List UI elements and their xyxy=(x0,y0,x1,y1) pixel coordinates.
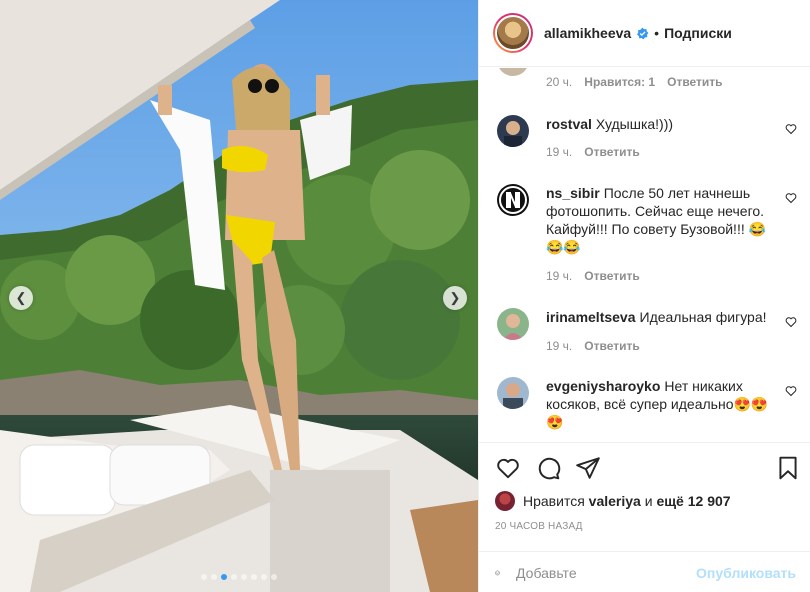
author-username[interactable]: allamikheeva xyxy=(544,25,631,41)
comment-username[interactable]: evgeniysharoyko xyxy=(546,378,660,394)
reply-button[interactable]: Ответить xyxy=(584,145,639,159)
comment-time: 19 ч. xyxy=(546,145,573,159)
comment-text: Идеальная фигура! xyxy=(639,309,767,325)
reply-button[interactable]: Ответить xyxy=(667,75,722,89)
following-button[interactable]: Подписки xyxy=(664,25,732,41)
carousel-dot xyxy=(241,574,247,580)
comment-username[interactable]: ns_sibir xyxy=(546,185,600,201)
liker-username[interactable]: valeriya xyxy=(589,493,641,509)
carousel-dot xyxy=(261,574,267,580)
comment-time: 19 ч. xyxy=(546,269,573,283)
likes-connector: и xyxy=(644,493,653,509)
reply-button[interactable]: Ответить xyxy=(584,269,639,283)
heart-icon[interactable] xyxy=(785,385,797,397)
carousel-dot xyxy=(201,574,207,580)
reply-button[interactable]: Ответить xyxy=(584,339,639,353)
comment-input[interactable] xyxy=(516,564,697,581)
avatar xyxy=(497,68,529,76)
author-avatar[interactable] xyxy=(493,13,533,53)
likes-prefix: Нравится xyxy=(523,493,585,509)
chevron-right-icon: ❯ xyxy=(449,290,461,305)
comment-time: 20 ч. xyxy=(546,75,573,89)
carousel-dot xyxy=(231,574,237,580)
comment-text: Худышка!))) xyxy=(595,116,674,132)
avatar[interactable] xyxy=(497,115,529,147)
heart-icon[interactable] xyxy=(785,123,797,135)
comment-likes-count[interactable]: Нравится: 1 xyxy=(584,75,655,89)
next-slide-button[interactable]: ❯ xyxy=(443,286,467,310)
likes-summary[interactable]: Нравится valeriya и ещё 12 907 xyxy=(495,491,731,511)
photo-image xyxy=(0,0,478,592)
verified-badge-icon xyxy=(637,27,649,39)
heart-icon[interactable] xyxy=(785,316,797,328)
comment-icon[interactable] xyxy=(535,455,561,481)
carousel-dot xyxy=(211,574,217,580)
comment-username[interactable]: irinameltseva xyxy=(546,309,636,325)
post-timestamp[interactable]: 20 ЧАСОВ НАЗАД xyxy=(495,521,583,532)
avatar[interactable] xyxy=(497,377,529,409)
chevron-left-icon: ❮ xyxy=(15,290,27,305)
previous-slide-button[interactable]: ❮ xyxy=(9,286,33,310)
add-comment-bar: Опубликовать xyxy=(479,551,810,592)
post-actions: Нравится valeriya и ещё 12 907 20 ЧАСОВ … xyxy=(479,442,810,592)
comment-meta: 19 ч. Ответить xyxy=(546,339,640,353)
smiley-icon[interactable] xyxy=(495,561,500,585)
comments-list[interactable]: 20 ч. Нравится: 1 Ответить rostval Худышк… xyxy=(479,68,810,442)
heart-icon[interactable] xyxy=(495,455,521,481)
carousel-dot xyxy=(221,574,227,580)
post-header: allamikheeva • Подписки xyxy=(479,0,810,67)
comment-username[interactable]: rostval xyxy=(546,116,592,132)
post-photo[interactable]: ❮ ❯ xyxy=(0,0,478,592)
likes-count[interactable]: ещё 12 907 xyxy=(656,493,730,509)
carousel-dot xyxy=(271,574,277,580)
prev-comment-meta: 20 ч. Нравится: 1 Ответить xyxy=(546,75,723,89)
carousel-indicator xyxy=(0,574,478,580)
publish-button[interactable]: Опубликовать xyxy=(696,565,796,581)
heart-icon[interactable] xyxy=(785,192,797,204)
comment-time: 19 ч. xyxy=(546,339,573,353)
post-side-panel: allamikheeva • Подписки 20 ч. Нравится: … xyxy=(478,0,810,592)
comment-meta: 19 ч. Ответить xyxy=(546,269,640,283)
bookmark-icon[interactable] xyxy=(775,455,801,481)
comment-meta: 19 ч. Ответить xyxy=(546,145,640,159)
carousel-dot xyxy=(251,574,257,580)
avatar[interactable] xyxy=(497,184,529,216)
paper-plane-icon[interactable] xyxy=(575,455,601,481)
avatar xyxy=(495,491,515,511)
avatar[interactable] xyxy=(497,308,529,340)
header-separator: • xyxy=(654,25,660,41)
